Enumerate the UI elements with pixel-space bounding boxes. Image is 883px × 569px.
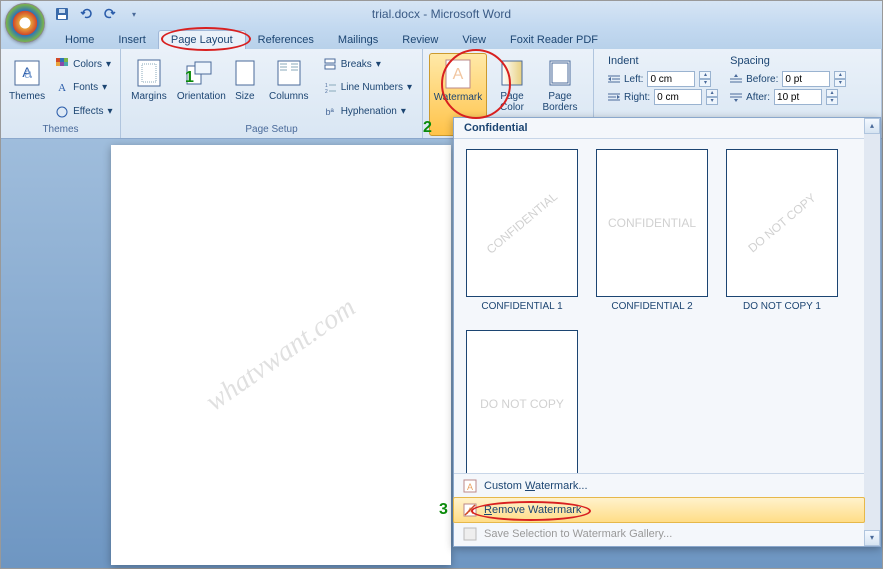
fonts-button[interactable]: AFonts ▾ bbox=[51, 79, 116, 97]
titlebar: ▾ trial.docx - Microsoft Word bbox=[1, 1, 882, 27]
svg-text:A: A bbox=[453, 66, 464, 83]
document-watermark: whatvwant.com bbox=[200, 292, 362, 419]
indent-right-input[interactable] bbox=[654, 89, 702, 105]
group-page-setup: Margins Orientation Size Columns Breaks … bbox=[121, 49, 423, 138]
gallery-item-confidential-2[interactable]: CONFIDENTIAL CONFIDENTIAL 2 bbox=[596, 149, 708, 312]
page-color-icon bbox=[496, 57, 528, 89]
columns-button[interactable]: Columns bbox=[267, 53, 311, 123]
annotation-number-1: 1 bbox=[185, 69, 194, 87]
office-button[interactable] bbox=[5, 3, 45, 43]
indent-section: Indent Left: ▴▾ Right: ▴▾ bbox=[608, 53, 718, 105]
line-numbers-button[interactable]: 12Line Numbers ▾ bbox=[319, 79, 416, 97]
tab-page-layout[interactable]: Page Layout bbox=[158, 30, 246, 49]
tab-references[interactable]: References bbox=[246, 31, 326, 49]
gallery-item-donotcopy-2[interactable]: DO NOT COPY DO NOT COPY 2 bbox=[466, 330, 578, 493]
group-themes: Aa Themes Colors ▾ AFonts ▾ Effects ▾ Th… bbox=[1, 49, 121, 138]
svg-text:A: A bbox=[467, 482, 473, 492]
margins-icon bbox=[133, 57, 165, 89]
colors-icon bbox=[55, 57, 69, 71]
indent-left-input[interactable] bbox=[647, 71, 695, 87]
annotation-number-3: 3 bbox=[439, 501, 448, 519]
watermark-icon: A bbox=[442, 58, 474, 90]
indent-right-spinner[interactable]: ▴▾ bbox=[706, 89, 718, 105]
line-numbers-icon: 12 bbox=[323, 81, 337, 95]
save-to-gallery-menu-item: Save Selection to Watermark Gallery... bbox=[454, 522, 864, 546]
gallery-category-header: Confidential bbox=[454, 118, 880, 139]
size-button[interactable]: Size bbox=[227, 53, 263, 123]
tab-insert[interactable]: Insert bbox=[106, 31, 158, 49]
hyphenation-button[interactable]: bªHyphenation ▾ bbox=[319, 103, 416, 121]
margins-button[interactable]: Margins bbox=[127, 53, 171, 123]
tab-mailings[interactable]: Mailings bbox=[326, 31, 390, 49]
svg-text:2: 2 bbox=[325, 89, 328, 94]
annotation-number-2: 2 bbox=[423, 119, 432, 137]
spacing-after-spinner[interactable]: ▴▾ bbox=[826, 89, 838, 105]
breaks-icon bbox=[323, 57, 337, 71]
spacing-after-icon bbox=[730, 92, 742, 102]
tab-foxit[interactable]: Foxit Reader PDF bbox=[498, 31, 610, 49]
tab-home[interactable]: Home bbox=[53, 31, 106, 49]
gallery-item-confidential-1[interactable]: CONFIDENTIAL CONFIDENTIAL 1 bbox=[466, 149, 578, 312]
spacing-after-input[interactable] bbox=[774, 89, 822, 105]
spacing-before-spinner[interactable]: ▴▾ bbox=[834, 71, 846, 87]
watermark-gallery: Confidential CONFIDENTIAL CONFIDENTIAL 1… bbox=[453, 117, 881, 547]
orientation-button[interactable]: Orientation bbox=[175, 53, 223, 123]
page-borders-icon bbox=[544, 57, 576, 89]
tab-review[interactable]: Review bbox=[390, 31, 450, 49]
themes-icon: Aa bbox=[11, 57, 43, 89]
redo-icon[interactable] bbox=[101, 5, 119, 23]
effects-icon bbox=[55, 105, 69, 119]
svg-text:a: a bbox=[24, 65, 32, 81]
document-page[interactable]: whatvwant.com bbox=[111, 145, 451, 565]
scroll-down-icon[interactable]: ▾ bbox=[864, 530, 880, 546]
custom-watermark-icon: A bbox=[462, 478, 478, 494]
save-icon[interactable] bbox=[53, 5, 71, 23]
indent-left-icon bbox=[608, 74, 620, 84]
breaks-button[interactable]: Breaks ▾ bbox=[319, 55, 416, 73]
gallery-menu: A Custom Watermark... A Remove Watermark… bbox=[454, 473, 864, 546]
tab-view[interactable]: View bbox=[450, 31, 498, 49]
effects-button[interactable]: Effects ▾ bbox=[51, 103, 116, 121]
themes-button[interactable]: Aa Themes bbox=[7, 53, 47, 123]
quick-access-toolbar: ▾ bbox=[53, 5, 143, 23]
gallery-scrollbar[interactable]: ▴ ▾ bbox=[864, 118, 880, 546]
spacing-before-icon bbox=[730, 74, 742, 84]
size-icon bbox=[229, 57, 261, 89]
scroll-up-icon[interactable]: ▴ bbox=[864, 118, 880, 134]
window-title: trial.docx - Microsoft Word bbox=[372, 7, 511, 21]
gallery-item-donotcopy-1[interactable]: DO NOT COPY DO NOT COPY 1 bbox=[726, 149, 838, 312]
ribbon-tabs: Home Insert Page Layout References Maili… bbox=[1, 27, 882, 49]
custom-watermark-menu-item[interactable]: A Custom Watermark... bbox=[454, 474, 864, 498]
remove-watermark-menu-item[interactable]: A Remove Watermark bbox=[453, 497, 865, 523]
indent-left-spinner[interactable]: ▴▾ bbox=[699, 71, 711, 87]
qat-dropdown-icon[interactable]: ▾ bbox=[125, 5, 143, 23]
remove-watermark-icon: A bbox=[462, 502, 478, 518]
fonts-icon: A bbox=[55, 81, 69, 95]
hyphenation-icon: bª bbox=[323, 105, 337, 119]
columns-icon bbox=[273, 57, 305, 89]
indent-right-icon bbox=[608, 92, 620, 102]
undo-icon[interactable] bbox=[77, 5, 95, 23]
colors-button[interactable]: Colors ▾ bbox=[51, 55, 116, 73]
spacing-section: Spacing Before: ▴▾ After: ▴▾ bbox=[730, 53, 846, 105]
spacing-before-input[interactable] bbox=[782, 71, 830, 87]
save-gallery-icon bbox=[462, 526, 478, 542]
